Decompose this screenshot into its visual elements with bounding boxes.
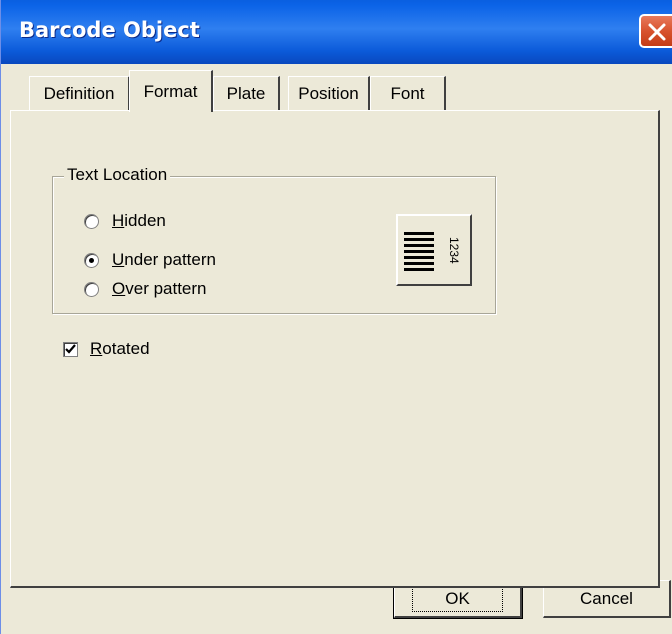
tab-plate[interactable]: Plate — [213, 76, 280, 110]
tab-plate-label: Plate — [226, 83, 266, 103]
rotated-checkbox-box[interactable] — [63, 341, 78, 357]
title-bar[interactable]: Barcode Object — [1, 0, 672, 64]
format-tab-panel: Text Location Hidden Under pattern Over … — [10, 110, 660, 588]
radio-over-pattern-label: Over pattern — [112, 279, 207, 298]
radio-under-pattern-circle[interactable] — [84, 252, 99, 268]
barcode-object-dialog: Barcode Object Definition Format Plate P… — [0, 0, 672, 634]
checkmark-icon — [65, 343, 76, 354]
radio-hidden-circle[interactable] — [84, 213, 99, 229]
close-icon — [648, 23, 666, 41]
radio-hidden[interactable]: Hidden — [84, 209, 166, 233]
tab-definition[interactable]: Definition — [29, 76, 130, 110]
window-title: Barcode Object — [19, 18, 200, 42]
barcode-preview-icon: 1234 — [404, 232, 461, 271]
tab-position[interactable]: Position — [288, 76, 370, 110]
cancel-label: Cancel — [580, 588, 633, 608]
tab-font[interactable]: Font — [370, 76, 446, 110]
text-location-label: Text Location — [64, 165, 171, 185]
radio-hidden-label: Hidden — [112, 211, 166, 230]
text-location-preview: 1234 — [396, 214, 472, 286]
dialog-client-area: Definition Format Plate Position Font Te… — [1, 64, 672, 634]
preview-digits: 1234 — [447, 237, 461, 264]
tab-format[interactable]: Format — [129, 70, 213, 112]
rotated-label: Rotated — [90, 339, 150, 358]
radio-under-pattern[interactable]: Under pattern — [84, 248, 216, 272]
tab-font-label: Font — [390, 83, 425, 103]
tab-format-label: Format — [143, 81, 198, 101]
radio-under-pattern-label: Under pattern — [112, 250, 216, 269]
radio-over-pattern[interactable]: Over pattern — [84, 277, 207, 301]
ok-label: OK — [412, 585, 503, 612]
radio-over-pattern-circle[interactable] — [84, 281, 99, 297]
tab-definition-label: Definition — [43, 83, 115, 103]
rotated-checkbox[interactable]: Rotated — [63, 337, 150, 361]
close-button[interactable] — [639, 14, 672, 48]
tab-position-label: Position — [298, 83, 359, 103]
